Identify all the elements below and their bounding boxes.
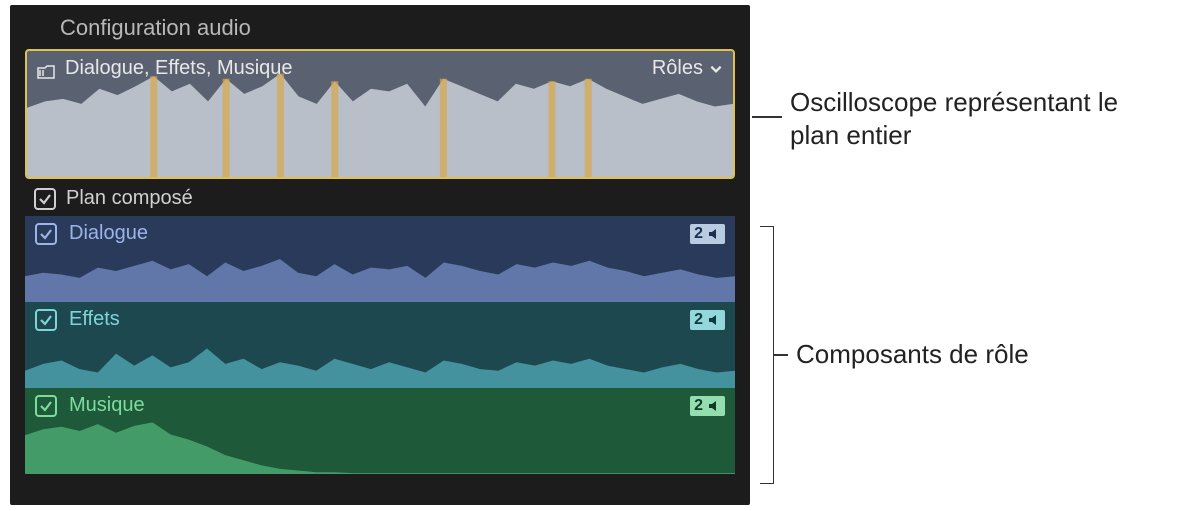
roles-dropdown[interactable]: Rôles	[652, 57, 723, 80]
effets-channel-badge[interactable]: 2	[690, 310, 725, 330]
speaker-icon	[707, 313, 721, 327]
musique-checkbox[interactable]	[35, 395, 57, 417]
compound-clip-icon	[37, 62, 55, 76]
component-musique[interactable]: Musique 2	[25, 388, 735, 474]
compound-plan-checkbox[interactable]	[34, 188, 56, 210]
compound-plan-row: Plan composé	[10, 179, 750, 216]
audio-config-panel: Configuration audio Dialogue, Effets, Mu…	[10, 5, 750, 505]
annotation-oscilloscope: Oscilloscope représentant le plan entier	[790, 86, 1170, 151]
effets-channel-count: 2	[694, 311, 703, 329]
master-clip-label: Dialogue, Effets, Musique	[65, 57, 293, 80]
master-clip-header: Dialogue, Effets, Musique Rôles	[37, 57, 723, 80]
speaker-icon	[707, 227, 721, 241]
component-effets[interactable]: Effets 2	[25, 302, 735, 388]
component-dialogue[interactable]: Dialogue 2	[25, 216, 735, 302]
dialogue-channel-count: 2	[694, 225, 703, 243]
chevron-down-icon	[709, 62, 723, 76]
annotation-line	[752, 116, 782, 118]
annotation-role-components: Composants de rôle	[796, 338, 1029, 371]
effets-label: Effets	[69, 308, 120, 331]
speaker-icon	[707, 399, 721, 413]
annotation-bracket	[760, 226, 774, 484]
effets-checkbox[interactable]	[35, 309, 57, 331]
dialogue-checkbox[interactable]	[35, 223, 57, 245]
master-waveform-clip[interactable]: Dialogue, Effets, Musique Rôles	[25, 49, 735, 179]
annotation-line	[774, 354, 788, 356]
dialogue-label: Dialogue	[69, 222, 148, 245]
musique-label: Musique	[69, 394, 145, 417]
roles-dropdown-label: Rôles	[652, 57, 703, 80]
compound-plan-label: Plan composé	[66, 187, 193, 210]
section-title: Configuration audio	[10, 5, 750, 49]
dialogue-channel-badge[interactable]: 2	[690, 224, 725, 244]
musique-channel-count: 2	[694, 397, 703, 415]
musique-channel-badge[interactable]: 2	[690, 396, 725, 416]
